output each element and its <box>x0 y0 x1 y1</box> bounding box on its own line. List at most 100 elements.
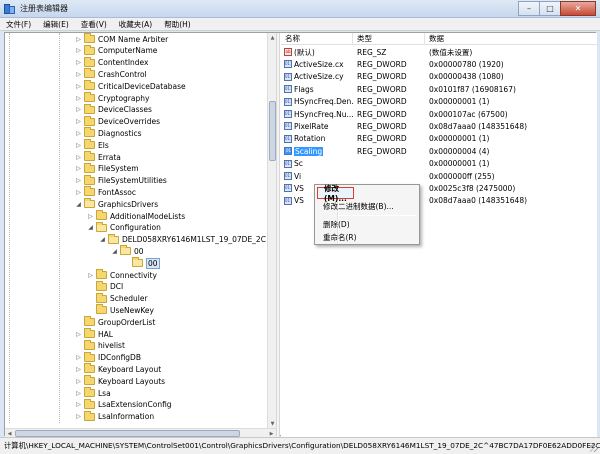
value-row[interactable]: 011 Rotation REG_DWORD 0x00000001 (1) <box>281 133 597 145</box>
expand-toggle-icon[interactable]: ▷ <box>87 271 94 280</box>
tree-item[interactable]: ▷ Cryptography <box>75 92 149 104</box>
value-data: 0x0101f87 (16908167) <box>429 84 516 94</box>
tree-item[interactable]: ◢ Configuration <box>87 221 161 234</box>
tree-item[interactable]: ▷ IDConfigDB <box>75 351 141 364</box>
tree-item[interactable]: GroupOrderList <box>75 316 155 328</box>
tree-item[interactable]: hivelist <box>75 339 125 352</box>
tree-item[interactable]: ▷ Els <box>75 139 109 151</box>
column-header-type[interactable]: 类型 <box>353 33 425 44</box>
expand-toggle-icon[interactable]: ▷ <box>75 412 82 421</box>
tree-horizontal-scrollbar[interactable]: ◀ ▶ <box>5 428 276 437</box>
tree-item[interactable]: UseNewKey <box>87 304 154 316</box>
key-tree[interactable]: ▷ COM Name Arbiter ▷ ComputerName ▷ ContentIn… <box>5 33 267 423</box>
menu-file[interactable]: 文件(F) <box>0 19 37 30</box>
expand-toggle-icon[interactable]: ▷ <box>75 35 82 44</box>
menu-view[interactable]: 查看(V) <box>75 19 113 30</box>
expand-toggle-icon[interactable]: ◢ <box>87 223 94 232</box>
tree-item[interactable]: Scheduler <box>87 292 148 305</box>
tree-item[interactable]: ▷ FileSystem <box>75 162 139 175</box>
close-button[interactable]: ✕ <box>560 1 596 16</box>
menu-help[interactable]: 帮助(H) <box>158 19 197 30</box>
tree-hscroll-thumb[interactable] <box>15 430 240 437</box>
value-row[interactable]: 011 Sc 0x00000001 (1) <box>281 158 597 170</box>
value-row[interactable]: 011Scaling REG_DWORD 0x00000004 (4) <box>281 145 597 157</box>
tree-item[interactable]: ▷ CrashControl <box>75 68 147 80</box>
tree-item[interactable]: ▷ COM Name Arbiter <box>75 33 168 45</box>
expand-toggle-icon[interactable]: ▷ <box>75 400 82 409</box>
tree-item[interactable]: ▷ ContentIndex <box>75 56 148 69</box>
expand-toggle-icon[interactable]: ▷ <box>75 176 82 185</box>
expand-toggle-icon[interactable]: ◢ <box>111 247 118 256</box>
column-header-data[interactable]: 数据 <box>425 33 597 44</box>
column-header-name[interactable]: 名称 <box>281 33 353 44</box>
context-menu-modify-binary[interactable]: 修改二进制数据(B)... <box>317 200 417 212</box>
context-menu-delete[interactable]: 删除(D) <box>317 218 417 230</box>
expand-toggle-icon[interactable]: ▷ <box>87 212 94 221</box>
tree-item[interactable]: ▷ CriticalDeviceDatabase <box>75 80 186 92</box>
tree-item[interactable]: ▷ FileSystemUtilities <box>75 174 167 187</box>
value-row[interactable]: 011 ActiveSize.cy REG_DWORD 0x00000438 (108… <box>281 71 597 83</box>
tree-item[interactable]: ▷ Errata <box>75 151 121 163</box>
tree-item[interactable]: ▷ Diagnostics <box>75 127 142 139</box>
expand-toggle-icon[interactable]: ◢ <box>99 235 106 244</box>
value-row[interactable]: 011 PixelRate REG_DWORD 0x08d7aaa0 (1483516… <box>281 120 597 132</box>
menu-edit[interactable]: 编辑(E) <box>37 19 75 30</box>
expand-toggle-icon[interactable]: ▷ <box>75 377 82 386</box>
expand-toggle-icon[interactable]: ▷ <box>75 153 82 162</box>
tree-scroll-thumb[interactable] <box>269 101 276 161</box>
menu-bar: 文件(F) 编辑(E) 查看(V) 收藏夹(A) 帮助(H) <box>0 18 600 31</box>
value-type: REG_DWORD <box>357 109 407 119</box>
tree-item[interactable]: DCI <box>87 280 123 293</box>
expand-toggle-icon[interactable]: ▷ <box>75 70 82 79</box>
value-row[interactable]: 011 HSyncFreq.Nu... REG_DWORD 0x000107ac (6… <box>281 108 597 120</box>
context-menu-modify[interactable]: 修改(M)... <box>317 184 354 203</box>
tree-item-label: Errata <box>98 152 121 162</box>
tree-item[interactable]: ▷ FontAssoc <box>75 186 136 198</box>
tree-item[interactable]: ◢ GraphicsDrivers <box>75 198 158 210</box>
expand-toggle-icon[interactable]: ▷ <box>75 389 82 398</box>
expand-toggle-icon[interactable]: ▷ <box>75 58 82 67</box>
tree-item[interactable]: ▷ Connectivity <box>87 269 157 281</box>
context-menu-rename[interactable]: 重命名(R) <box>317 231 417 243</box>
tree-item[interactable]: ◢ 00 <box>111 245 144 257</box>
expand-toggle-icon[interactable]: ▷ <box>75 94 82 103</box>
expand-toggle-icon[interactable]: ▷ <box>75 117 82 126</box>
value-row[interactable]: 011 Flags REG_DWORD 0x0101f87 (16908167) <box>281 83 597 95</box>
tree-item[interactable]: ▷ DeviceClasses <box>75 103 152 116</box>
tree-vertical-scrollbar[interactable]: ▲ ▼ <box>267 33 276 428</box>
expand-toggle-icon[interactable]: ▷ <box>75 82 82 91</box>
pane-splitter[interactable] <box>276 33 280 437</box>
tree-item[interactable]: 00 <box>123 257 160 269</box>
expand-toggle-icon[interactable]: ▷ <box>75 353 82 362</box>
expand-toggle-icon[interactable]: ▷ <box>75 330 82 339</box>
tree-item[interactable]: ▷ AdditionalModeLists <box>87 210 185 222</box>
tree-item[interactable]: ▷ Lsa <box>75 387 111 399</box>
menu-favorites[interactable]: 收藏夹(A) <box>113 19 158 30</box>
tree-item-label: 00 <box>146 257 160 269</box>
tree-item[interactable]: ▷ Keyboard Layout <box>75 363 161 375</box>
expand-toggle-icon[interactable]: ◢ <box>75 200 82 209</box>
value-row[interactable]: ab (默认) REG_SZ (数值未设置) <box>281 46 597 58</box>
expand-toggle-icon[interactable]: ▷ <box>75 141 82 150</box>
resize-grip-icon[interactable] <box>590 444 598 452</box>
tree-item[interactable]: ▷ Keyboard Layouts <box>75 375 165 387</box>
tree-item[interactable]: ▷ LsaInformation <box>75 410 154 423</box>
value-row[interactable]: 011 Vi 0x000000ff (255) <box>281 170 597 182</box>
expand-toggle-icon[interactable]: ▷ <box>75 188 82 197</box>
expand-toggle-icon[interactable]: ▷ <box>75 105 82 114</box>
expand-toggle-icon[interactable]: ▷ <box>75 164 82 173</box>
value-name: Rotation <box>294 134 326 144</box>
tree-item[interactable]: ▷ ComputerName <box>75 44 157 57</box>
tree-item[interactable]: ▷ LsaExtensionConfig <box>75 398 172 411</box>
minimize-button[interactable]: – <box>518 1 540 16</box>
expand-toggle-icon[interactable]: ▷ <box>75 129 82 138</box>
tree-item[interactable]: ▷ DeviceOverrides <box>75 115 160 128</box>
maximize-button[interactable]: □ <box>539 1 561 16</box>
expand-toggle-icon[interactable]: ▷ <box>75 365 82 374</box>
expand-toggle-icon[interactable]: ▷ <box>75 46 82 55</box>
value-row[interactable]: 011 HSyncFreq.Den... REG_DWORD 0x00000001 (… <box>281 96 597 108</box>
tree-item[interactable]: ▷ HAL <box>75 328 113 340</box>
tree-item-label: Lsa <box>98 388 111 398</box>
tree-item[interactable]: ◢ DELD058XRY6146M1LST_19_07DE_2C^47BC <box>99 233 267 246</box>
value-row[interactable]: 011 ActiveSize.cx REG_DWORD 0x00000780 (192… <box>281 58 597 70</box>
